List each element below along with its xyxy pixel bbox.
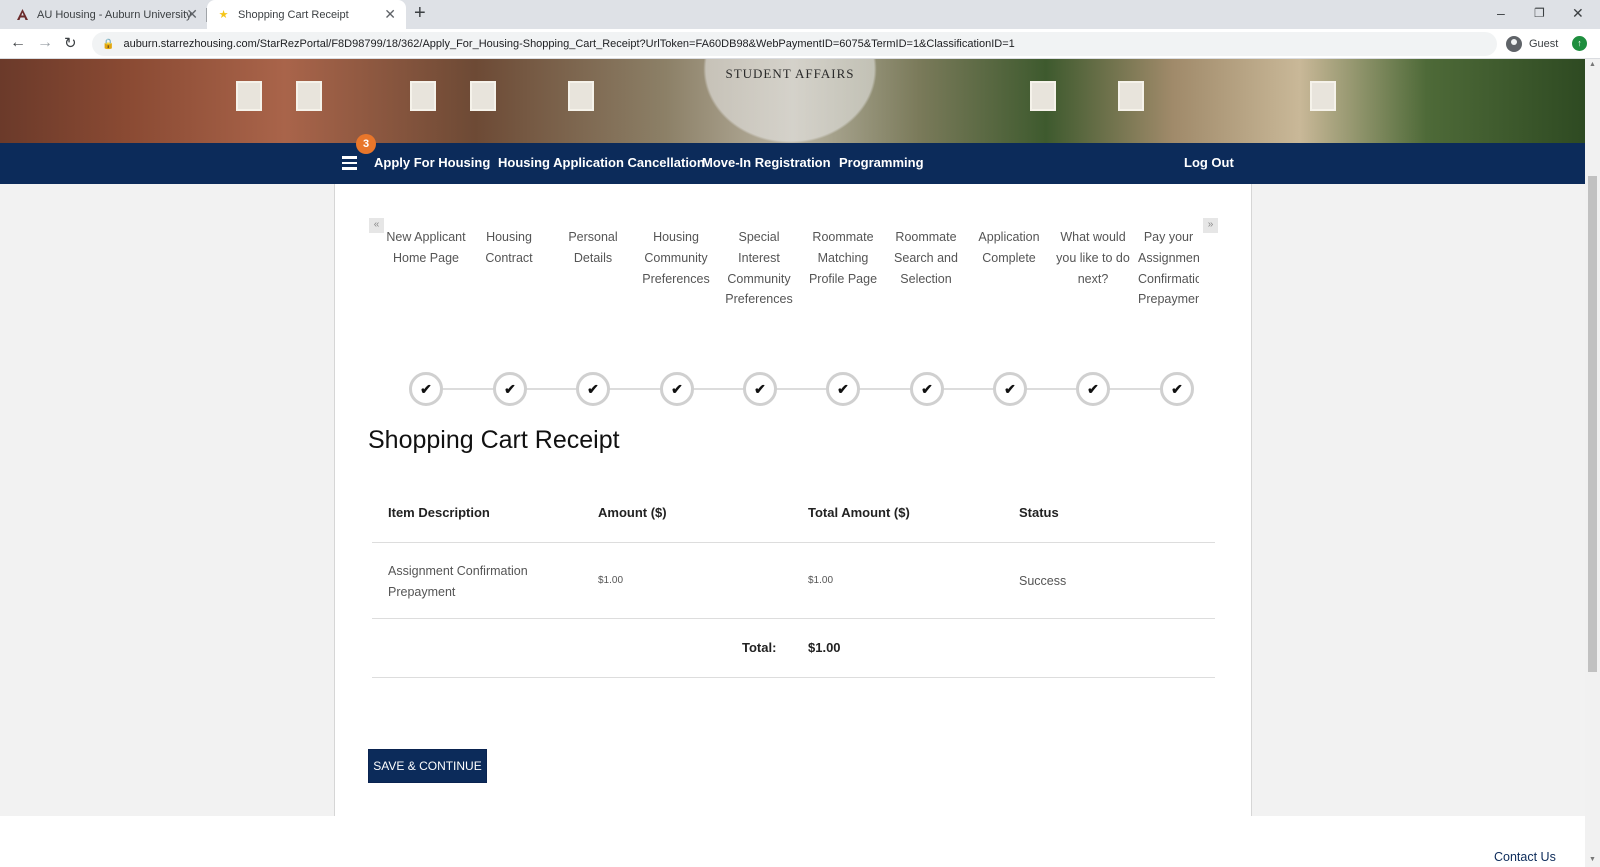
tab-title: AU Housing - Auburn University — [37, 8, 192, 21]
step-label[interactable]: What would you like to do next? — [1052, 227, 1134, 289]
avatar-icon — [1506, 36, 1522, 52]
scroll-down-arrow-icon[interactable]: ▼ — [1589, 856, 1596, 863]
reload-icon[interactable]: ↻ — [64, 34, 77, 52]
step-label[interactable]: Application Complete — [968, 227, 1050, 269]
nav-programming[interactable]: Programming — [839, 155, 924, 170]
forward-arrow-icon[interactable]: → — [37, 34, 53, 52]
back-arrow-icon[interactable]: ← — [10, 34, 26, 52]
page-title: Shopping Cart Receipt — [368, 426, 620, 454]
step-complete-check-icon[interactable]: ✔ — [576, 372, 610, 406]
building-window — [1118, 81, 1144, 111]
save-continue-button[interactable]: SAVE & CONTINUE — [368, 749, 487, 783]
step-label[interactable]: Housing Contract — [468, 227, 550, 269]
new-tab-icon[interactable]: + — [414, 2, 426, 25]
browser-tab-au-housing[interactable]: AU Housing - Auburn University ✕ — [8, 0, 208, 29]
tab-title: Shopping Cart Receipt — [238, 8, 349, 21]
hamburger-menu-icon[interactable] — [342, 156, 357, 170]
building-window — [1310, 81, 1336, 111]
step-complete-check-icon[interactable]: ✔ — [743, 372, 777, 406]
building-window — [1030, 81, 1056, 111]
step-label[interactable]: Personal Details — [552, 227, 634, 269]
nav-log-out[interactable]: Log Out — [1184, 155, 1234, 170]
column-header-item-description: Item Description — [388, 505, 490, 520]
step-complete-check-icon[interactable]: ✔ — [993, 372, 1027, 406]
step-complete-check-icon[interactable]: ✔ — [493, 372, 527, 406]
cell-total-amount: $1.00 — [808, 575, 834, 586]
page-footer — [0, 816, 1585, 867]
step-label[interactable]: New Applicant Home Page — [385, 227, 467, 269]
hero-banner: STUDENT AFFAIRS — [0, 59, 1585, 143]
step-label[interactable]: Pay your Assignment Confirmation Prepaym… — [1135, 227, 1199, 310]
cell-status: Success — [1019, 574, 1067, 588]
nav-move-in-registration[interactable]: Move-In Registration — [702, 155, 831, 170]
step-label[interactable]: Roommate Search and Selection — [885, 227, 967, 289]
table-divider — [372, 677, 1215, 678]
building-window — [470, 81, 496, 111]
column-header-status: Status — [1019, 505, 1059, 520]
step-complete-check-icon[interactable]: ✔ — [660, 372, 694, 406]
nav-housing-application-cancellation[interactable]: Housing Application Cancellation — [498, 155, 705, 170]
close-tab-icon[interactable]: ✕ — [384, 6, 396, 23]
address-bar[interactable]: 🔒 auburn.starrezhousing.com/StarRezPorta… — [92, 32, 1497, 56]
building-window — [568, 81, 594, 111]
close-tab-icon[interactable]: ✕ — [186, 6, 198, 23]
star-icon: ★ — [218, 9, 229, 21]
student-affairs-brand: STUDENT AFFAIRS — [725, 66, 855, 81]
building-window — [296, 81, 322, 111]
close-window-icon[interactable]: ✕ — [1572, 5, 1584, 22]
url-text: auburn.starrezhousing.com/StarRezPortal/… — [123, 38, 1015, 50]
auburn-logo-icon — [16, 8, 29, 21]
minimize-icon[interactable]: – — [1497, 5, 1505, 21]
contact-us-link[interactable]: Contact Us — [1494, 850, 1556, 864]
step-progress-line — [426, 388, 1178, 390]
step-complete-check-icon[interactable]: ✔ — [910, 372, 944, 406]
step-complete-check-icon[interactable]: ✔ — [1076, 372, 1110, 406]
building-window — [410, 81, 436, 111]
cell-item-description: Assignment Confirmation Prepayment — [388, 564, 528, 599]
table-divider — [372, 542, 1215, 543]
total-value: $1.00 — [808, 640, 841, 655]
restore-icon[interactable]: ❐ — [1534, 6, 1545, 20]
table-divider — [372, 618, 1215, 619]
scrollbar-thumb[interactable] — [1588, 176, 1597, 672]
extension-update-icon[interactable]: ↑ — [1572, 36, 1587, 51]
step-complete-check-icon[interactable]: ✔ — [1160, 372, 1194, 406]
step-label[interactable]: Roommate Matching Profile Page — [802, 227, 884, 289]
step-label[interactable]: Special Interest Community Preferences — [718, 227, 800, 310]
browser-tab-strip: AU Housing - Auburn University ✕ ★ Shopp… — [0, 0, 1600, 29]
scroll-up-arrow-icon[interactable]: ▲ — [1589, 61, 1596, 68]
step-complete-check-icon[interactable]: ✔ — [826, 372, 860, 406]
notification-badge: 3 — [356, 134, 376, 154]
column-header-amount: Amount ($) — [598, 505, 667, 520]
column-header-total-amount: Total Amount ($) — [808, 505, 910, 520]
step-label[interactable]: Housing Community Preferences — [635, 227, 717, 289]
profile-label: Guest — [1529, 38, 1559, 50]
steps-prev-arrow-icon[interactable]: « — [369, 218, 384, 233]
main-navigation: Apply For Housing Housing Application Ca… — [0, 143, 1585, 184]
steps-next-arrow-icon[interactable]: » — [1203, 218, 1218, 233]
cell-amount: $1.00 — [598, 575, 624, 586]
step-complete-check-icon[interactable]: ✔ — [409, 372, 443, 406]
browser-toolbar: ← → ↻ 🔒 auburn.starrezhousing.com/StarRe… — [0, 29, 1600, 59]
profile-button[interactable]: Guest — [1506, 32, 1558, 56]
building-window — [236, 81, 262, 111]
nav-apply-for-housing[interactable]: Apply For Housing — [374, 155, 490, 170]
total-label: Total: — [742, 640, 777, 655]
browser-tab-shopping-cart[interactable]: ★ Shopping Cart Receipt ✕ — [207, 0, 406, 29]
lock-icon: 🔒 — [102, 38, 115, 50]
